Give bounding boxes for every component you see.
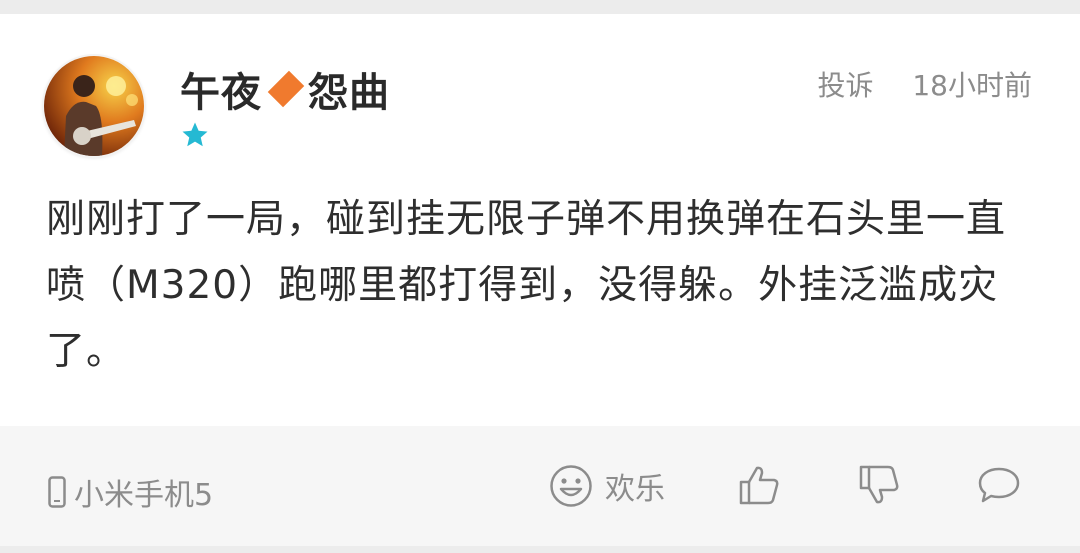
comment-card: 午夜 怨曲 投诉 18小时前 刚刚打了一局，碰到挂无限子弹不用换弹在石头里一直喷… bbox=[0, 14, 1080, 426]
username-part1: 午夜 bbox=[180, 70, 262, 116]
star-icon bbox=[182, 122, 208, 147]
thumbs-up-icon bbox=[739, 466, 779, 505]
like-button[interactable] bbox=[738, 464, 780, 506]
comment-footer: 小米手机5 欢乐 bbox=[0, 426, 1080, 546]
thumbs-down-icon bbox=[859, 465, 899, 504]
device-label: 小米手机5 bbox=[74, 478, 214, 513]
phone-icon bbox=[48, 476, 66, 508]
report-link[interactable]: 投诉 bbox=[817, 69, 873, 102]
smiley-icon bbox=[550, 465, 592, 507]
dislike-button[interactable] bbox=[858, 464, 900, 506]
comment-screen: 午夜 怨曲 投诉 18小时前 刚刚打了一局，碰到挂无限子弹不用换弹在石头里一直喷… bbox=[0, 0, 1080, 553]
timestamp: 18小时前 bbox=[912, 69, 1032, 102]
avatar[interactable] bbox=[44, 56, 144, 156]
device-info: 小米手机5 bbox=[48, 470, 213, 514]
comment-bubble-icon bbox=[978, 467, 1020, 503]
diamond-icon bbox=[267, 70, 305, 108]
username-part2: 怨曲 bbox=[308, 70, 390, 116]
reaction-label: 欢乐 bbox=[605, 472, 665, 507]
username[interactable]: 午夜 怨曲 bbox=[180, 60, 390, 118]
comment-body: 刚刚打了一局，碰到挂无限子弹不用换弹在石头里一直喷（M320）跑哪里都打得到，没… bbox=[46, 197, 1007, 374]
reply-button[interactable] bbox=[977, 464, 1021, 506]
reaction-button[interactable]: 欢乐 bbox=[549, 464, 665, 508]
comment-meta: 投诉 18小时前 bbox=[817, 64, 1032, 104]
